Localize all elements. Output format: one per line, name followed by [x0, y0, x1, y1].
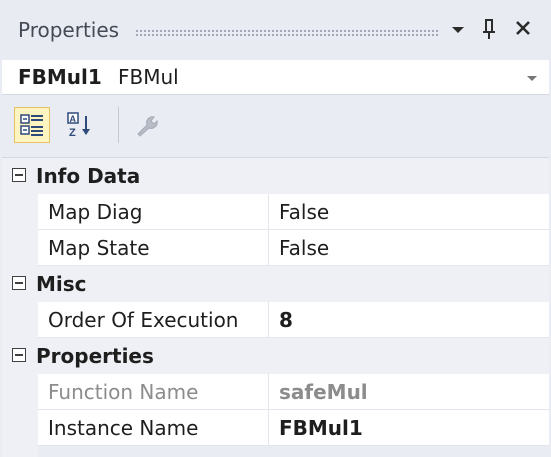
alphabetical-button[interactable]: A Z — [62, 107, 98, 143]
auto-hide-button[interactable] — [476, 14, 504, 44]
column-divider[interactable] — [268, 410, 269, 446]
collapse-icon[interactable] — [12, 348, 26, 362]
alphabetical-icon: A Z — [67, 112, 90, 139]
collapse-icon[interactable] — [12, 276, 26, 290]
property-row-map-state[interactable]: Map State False — [38, 230, 549, 266]
close-icon — [516, 21, 530, 35]
category-info-data[interactable]: Info Data — [2, 158, 549, 194]
wrench-icon — [137, 116, 158, 137]
property-name: Order Of Execution — [48, 308, 239, 332]
property-value[interactable]: 8 — [279, 308, 293, 332]
property-name: Map State — [48, 236, 150, 260]
column-divider[interactable] — [268, 302, 269, 338]
object-type: FBMul — [118, 65, 179, 89]
toolbar-separator — [118, 107, 119, 143]
column-divider[interactable] — [268, 194, 269, 230]
property-name: Map Diag — [48, 200, 143, 224]
property-pages-button[interactable] — [128, 107, 164, 143]
title-bar[interactable]: Properties — [0, 0, 551, 60]
svg-text:Z: Z — [69, 127, 76, 139]
dropdown-arrow-icon[interactable] — [527, 76, 537, 81]
property-name: Instance Name — [48, 416, 199, 440]
category-label: Info Data — [36, 164, 141, 188]
property-row-instance-name[interactable]: Instance Name FBMul1 — [38, 410, 549, 446]
category-misc[interactable]: Misc — [2, 266, 549, 302]
object-selector[interactable]: FBMul1 FBMul — [2, 60, 549, 95]
categorized-icon — [20, 114, 43, 136]
panel-title: Properties — [18, 18, 120, 42]
property-value[interactable]: FBMul1 — [279, 416, 363, 440]
category-gutter — [2, 374, 38, 457]
properties-panel: Properties FBMul1 FBMul A Z Info Data Ma… — [0, 0, 551, 457]
svg-text:A: A — [70, 114, 77, 124]
drag-grip[interactable] — [135, 29, 438, 36]
category-properties[interactable]: Properties — [2, 338, 549, 374]
category-gutter — [2, 194, 38, 266]
property-row-order-of-execution[interactable]: Order Of Execution 8 — [38, 302, 549, 338]
column-divider[interactable] — [268, 374, 269, 410]
property-value[interactable]: safeMul — [279, 380, 368, 404]
property-value[interactable]: False — [279, 200, 329, 224]
properties-toolbar: A Z — [2, 95, 549, 158]
property-name: Function Name — [48, 380, 199, 404]
property-row-map-diag[interactable]: Map Diag False — [38, 194, 549, 230]
object-name: FBMul1 — [18, 65, 102, 89]
category-label: Properties — [36, 344, 154, 368]
collapse-icon[interactable] — [12, 168, 26, 182]
category-label: Misc — [36, 272, 87, 296]
window-position-button[interactable] — [444, 14, 472, 44]
property-value[interactable]: False — [279, 236, 329, 260]
chevron-down-icon — [452, 27, 464, 33]
property-grid: Info Data Map Diag False Map State False… — [2, 158, 549, 457]
pin-icon — [483, 19, 495, 39]
categorized-button[interactable] — [14, 107, 50, 143]
property-row-function-name[interactable]: Function Name safeMul — [38, 374, 549, 410]
close-button[interactable] — [510, 14, 538, 44]
category-gutter — [2, 302, 38, 338]
column-divider[interactable] — [268, 230, 269, 266]
